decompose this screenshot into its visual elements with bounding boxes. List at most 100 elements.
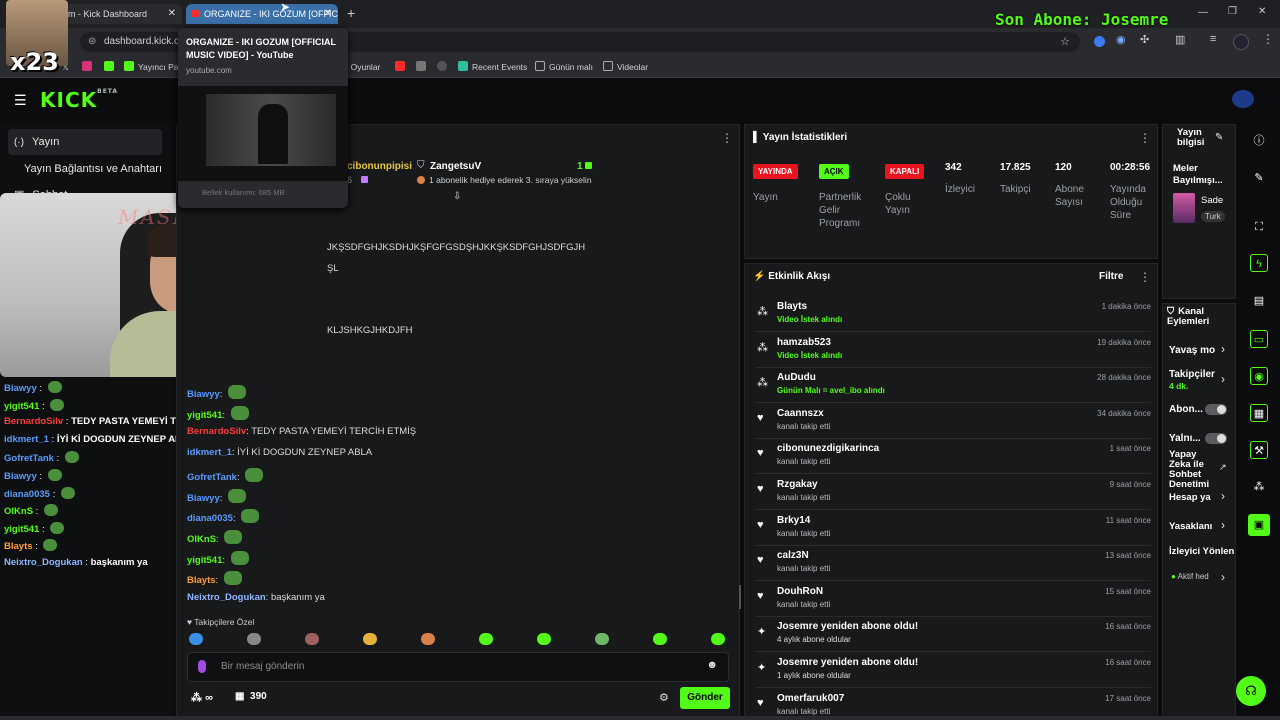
subs-mode-setting[interactable]: Abon... xyxy=(1169,404,1203,415)
chat-username[interactable]: Blayts xyxy=(187,575,216,586)
send-button[interactable]: Gönder xyxy=(680,687,730,709)
emote-icon[interactable] xyxy=(479,633,493,645)
chat-username[interactable]: Neixtro_Dogukan xyxy=(4,557,83,568)
scroll-down-icon[interactable]: ⇩ xyxy=(453,191,461,202)
pinned-user-1[interactable]: cibonunpipisi xyxy=(347,161,412,172)
activity-item[interactable]: ♥ Omerfaruk007 kanalı takip etti 17 saat ön… xyxy=(755,689,1151,717)
viewer-redirect-setting[interactable]: İzleyici Yönlen xyxy=(1169,546,1234,557)
emote-icon[interactable] xyxy=(421,633,435,645)
activity-item[interactable]: ⁂ AuDudu Günün Malı = avel_ibo alındı 28 da… xyxy=(755,368,1151,404)
followers-mode-setting[interactable]: Takipçiler xyxy=(1169,369,1215,380)
sidepanel-icon[interactable]: ▥ xyxy=(1175,33,1185,46)
activity-item[interactable]: ✦ Josemre yeniden abone oldu! 4 aylık abon… xyxy=(755,617,1151,653)
activity-options-icon[interactable]: ⋮ xyxy=(1139,270,1151,284)
menu-icon[interactable]: ⋮ xyxy=(1262,32,1274,46)
emote-icon[interactable] xyxy=(711,633,725,645)
chat-username[interactable]: idkmert_1 xyxy=(187,447,232,458)
lightning-icon[interactable]: ϟ xyxy=(1250,254,1268,272)
media-icon[interactable]: ≡ xyxy=(1210,33,1216,45)
emote-mode-setting[interactable]: Yalnı... xyxy=(1169,433,1201,444)
clapper-icon[interactable]: ▣ xyxy=(1248,514,1270,536)
ai-moderation-setting[interactable]: Yapay Zeka ile Sohbet Denetimi xyxy=(1169,450,1215,490)
points-icon[interactable]: ⁂ xyxy=(1250,478,1268,496)
emote-icon[interactable] xyxy=(595,633,609,645)
chat-username[interactable]: OlKnS xyxy=(187,534,216,545)
points-balance[interactable]: ▦ 390 xyxy=(235,691,267,702)
bookmark-kick[interactable] xyxy=(104,59,118,75)
store-icon[interactable]: ▦ xyxy=(1250,404,1268,422)
bookmark-yayinci-panel[interactable]: Yayıncı Pan xyxy=(124,59,183,75)
bookmark-oyunlar[interactable]: k Oyunlar xyxy=(344,59,380,75)
chat-username[interactable]: OlKnS xyxy=(4,506,33,517)
kick-logo[interactable]: KICKBETA xyxy=(40,88,118,112)
active-host-setting[interactable]: ● Aktif hed xyxy=(1171,572,1209,581)
chat-username[interactable]: BernardoSilv xyxy=(187,426,246,437)
minimize-icon[interactable]: — xyxy=(1198,7,1208,18)
extension-icon[interactable] xyxy=(1094,36,1105,47)
chat-username[interactable]: Biawyy xyxy=(4,383,37,394)
bans-setting[interactable]: Yasaklanı xyxy=(1169,521,1212,532)
chat-username[interactable]: GofretTank xyxy=(187,472,237,483)
close-icon[interactable]: ✕ xyxy=(324,4,332,24)
tab-youtube[interactable]: ORGANIZE - IKI GOZUM [OFFIC ✕ xyxy=(186,4,338,24)
chat-scrollbar[interactable] xyxy=(739,585,741,609)
slow-mode-setting[interactable]: Yavaş mo xyxy=(1169,345,1215,356)
emote-mode-toggle[interactable] xyxy=(1205,433,1227,444)
activity-item[interactable]: ✦ Josemre yeniden abone oldu! 1 aylık abon… xyxy=(755,653,1151,688)
sidebar-item-yayin[interactable]: (·) Yayın xyxy=(8,129,162,155)
emote-icon[interactable] xyxy=(305,633,319,645)
activity-item[interactable]: ♥ Rzgakay kanalı takip etti 9 saat önce xyxy=(755,475,1151,510)
chat-options-icon[interactable]: ⋮ xyxy=(721,131,733,145)
subs-mode-toggle[interactable] xyxy=(1205,404,1227,415)
mic-icon[interactable] xyxy=(198,660,206,673)
extensions-puzzle-icon[interactable]: ✣ xyxy=(1140,33,1149,46)
chat-username[interactable]: Biawyy xyxy=(4,471,37,482)
sidebar-item-stream-key[interactable]: Yayın Bağlantısı ve Anahtarı xyxy=(8,156,162,182)
chat-settings-icon[interactable]: ⚙ xyxy=(659,691,669,704)
chat-username[interactable]: diana0035 xyxy=(187,513,233,524)
bookmark-openai[interactable] xyxy=(437,59,451,75)
chat-username[interactable]: BernardoSilv xyxy=(4,416,63,427)
chat-username[interactable]: yigit541 xyxy=(4,524,39,535)
maximize-icon[interactable]: ❐ xyxy=(1228,6,1237,17)
close-window-icon[interactable]: ✕ xyxy=(1258,6,1266,17)
bookmark-gunun-mali[interactable]: Günün malı xyxy=(535,59,593,75)
wrench-icon[interactable]: ⚒ xyxy=(1250,441,1268,459)
tab-kick-dashboard[interactable]: m - Kick Dashboard ✕ xyxy=(64,4,182,24)
chat-username[interactable]: Biawyy xyxy=(187,493,220,504)
crop-icon[interactable]: ⛶ xyxy=(1250,218,1268,236)
activity-item[interactable]: ♥ DouhRoN kanalı takip etti 15 saat önce xyxy=(755,582,1151,617)
activity-item[interactable]: ♥ Brky14 kanalı takip etti 11 saat önce xyxy=(755,511,1151,546)
support-button[interactable]: ☊ xyxy=(1236,676,1266,706)
document-icon[interactable]: ▤ xyxy=(1250,292,1268,310)
bookmark-image[interactable] xyxy=(416,59,430,75)
account-setting[interactable]: Hesap ya xyxy=(1169,492,1211,503)
bookmark-instagram[interactable] xyxy=(82,59,96,75)
chat-username[interactable]: Biawyy xyxy=(187,389,220,400)
chat-username[interactable]: diana0035 xyxy=(4,489,50,500)
pen-icon[interactable]: ✎ xyxy=(1250,169,1268,187)
bookmark-star-icon[interactable]: ☆ xyxy=(1060,32,1070,52)
emote-icon[interactable] xyxy=(653,633,667,645)
profile-avatar[interactable] xyxy=(1233,34,1249,50)
new-tab-button[interactable]: + xyxy=(347,5,355,21)
chat-username[interactable]: GofretTank xyxy=(4,453,54,464)
chat-bubble-icon[interactable]: ▭ xyxy=(1250,330,1268,348)
chat-username[interactable]: Blayts xyxy=(4,541,33,552)
emote-icon[interactable] xyxy=(189,633,203,645)
hamburger-menu-icon[interactable]: ☰ xyxy=(14,92,27,109)
bookmark-recent-events[interactable]: Recent Events xyxy=(458,59,527,75)
activity-item[interactable]: ♥ calz3N kanalı takip etti 13 saat önce xyxy=(755,546,1151,582)
bookmark-videolar[interactable]: Videolar xyxy=(603,59,648,75)
stats-options-icon[interactable]: ⋮ xyxy=(1139,131,1151,145)
activity-item[interactable]: ♥ Caannszx kanalı takip etti 34 dakika önce xyxy=(755,404,1151,439)
external-link-icon[interactable]: ↗ xyxy=(1219,462,1227,473)
audio-icon[interactable]: ◉ xyxy=(1116,33,1126,46)
activity-item[interactable]: ⁂ Blayts Video İstek alındı 1 dakika önce xyxy=(755,297,1151,332)
info-icon[interactable]: ⓘ xyxy=(1250,132,1268,150)
chat-username[interactable]: yigit541 xyxy=(4,401,39,412)
activity-item[interactable]: ♥ cibonunezdigikarinca kanalı takip etti 1 … xyxy=(755,439,1151,475)
emote-icon[interactable] xyxy=(247,633,261,645)
chat-username[interactable]: yigit541 xyxy=(187,555,222,566)
emote-icon[interactable] xyxy=(537,633,551,645)
